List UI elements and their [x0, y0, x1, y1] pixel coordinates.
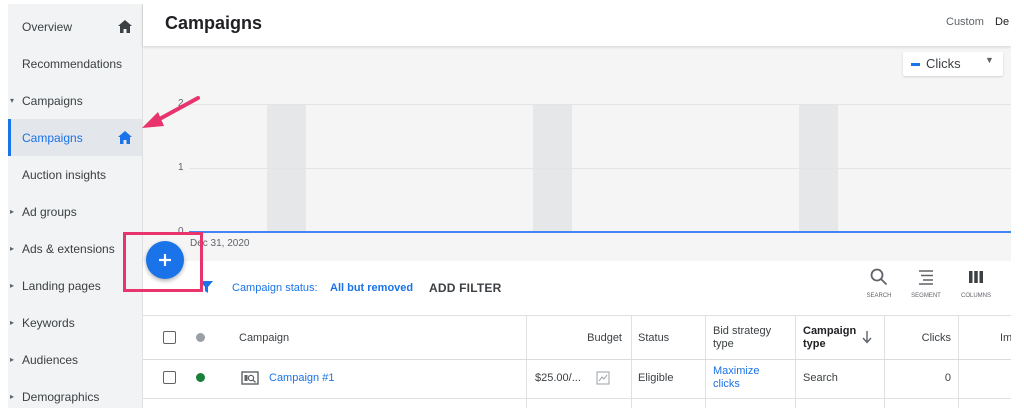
tool-label: SEARCH [866, 293, 892, 299]
gridline [189, 168, 1011, 169]
budget-value[interactable]: $25.00/... [535, 358, 581, 398]
sidebar-item-label: Overview [22, 19, 73, 34]
add-filter-button[interactable]: ADD FILTER [429, 281, 501, 295]
campaign-type-value: Search [803, 372, 838, 384]
sidebar-item-demographics[interactable]: ▸ Demographics [8, 378, 142, 408]
sidebar-item-label: Campaigns [22, 130, 83, 145]
page-header: Campaigns Custom De [143, 4, 1011, 46]
campaigns-table: Campaign Budget Status Bid strategy type… [143, 315, 1011, 408]
search-tool-button[interactable]: SEARCH [859, 268, 899, 299]
select-all-checkbox[interactable] [163, 331, 176, 344]
chevron-right-icon: ▸ [10, 207, 15, 216]
main-content: Campaigns Custom De 2 1 0 Dec 31, 2020 C… [143, 4, 1011, 408]
chevron-right-icon: ▸ [10, 318, 15, 327]
sidebar-item-label: Landing pages [22, 278, 101, 293]
column-header-campaign-type[interactable]: Campaign type [803, 316, 859, 359]
sidebar-item-recommendations[interactable]: Recommendations [8, 45, 142, 82]
sidebar-item-label: Recommendations [22, 56, 123, 71]
table-header-row: Campaign Budget Status Bid strategy type… [143, 315, 1011, 360]
google-ads-window: Overview Recommendations ▾ Campaigns Cam… [8, 4, 1011, 408]
bid-strategy-link[interactable]: Maximize clicks [713, 358, 783, 398]
series-swatch [911, 63, 920, 66]
search-icon [870, 268, 888, 286]
pointer-arrow-annotation [142, 96, 200, 128]
column-header-impressions[interactable]: Im [1000, 316, 1011, 359]
sidebar-item-auction-insights[interactable]: Auction insights [8, 156, 142, 193]
sidebar-item-campaigns[interactable]: Campaigns [8, 119, 142, 156]
status-enabled-dot[interactable] [196, 373, 205, 382]
status-value: Eligible [638, 372, 674, 384]
home-icon [118, 131, 132, 144]
arrow-down-icon[interactable] [862, 331, 872, 344]
gridline [189, 104, 1011, 105]
chevron-right-icon: ▸ [10, 281, 15, 290]
chevron-right-icon: ▸ [10, 244, 15, 253]
columns-icon [969, 271, 983, 283]
metric-dropdown[interactable]: Clicks ▼ [903, 52, 1003, 76]
page-title: Campaigns [165, 13, 263, 33]
y-tick-label: 1 [178, 162, 184, 173]
sidebar-item-label: Auction insights [22, 167, 107, 182]
sidebar-nav: Overview Recommendations ▾ Campaigns Cam… [8, 4, 143, 408]
clicks-value: 0 [944, 372, 951, 384]
campaign-name-link[interactable]: Campaign #1 [269, 358, 334, 398]
chevron-right-icon: ▸ [10, 392, 15, 401]
columns-tool-button[interactable]: COLUMNS [956, 268, 996, 299]
sidebar-item-overview[interactable]: Overview [8, 8, 142, 45]
segment-icon [919, 270, 933, 285]
sidebar-item-landing-pages[interactable]: ▸ Landing pages [8, 267, 142, 304]
sidebar-item-audiences[interactable]: ▸ Audiences [8, 341, 142, 378]
column-header-campaign[interactable]: Campaign [239, 316, 289, 359]
date-range-label[interactable]: Custom [946, 16, 984, 28]
table-row[interactable]: Campaign #1 $25.00/... Eligible Maximize… [143, 358, 1011, 399]
table-toolbar: Campaign status: All but removed ADD FIL… [143, 261, 1011, 315]
sidebar-item-label: Campaigns [22, 93, 83, 108]
home-icon [118, 20, 132, 33]
filter-chip-value[interactable]: All but removed [330, 282, 413, 294]
chevron-down-icon: ▾ [10, 96, 15, 105]
column-header-bid-strategy[interactable]: Bid strategy type [713, 316, 791, 359]
sidebar-item-label: Audiences [22, 352, 79, 367]
performance-chart: 2 1 0 Dec 31, 2020 Clicks ▼ [143, 46, 1011, 261]
sidebar-item-label: Ad groups [22, 204, 77, 219]
sidebar-item-keywords[interactable]: ▸ Keywords [8, 304, 142, 341]
highlight-annotation [123, 232, 203, 292]
search-campaign-icon [241, 371, 259, 385]
column-header-clicks[interactable]: Clicks [913, 316, 951, 359]
filter-chip-label[interactable]: Campaign status: [232, 282, 318, 294]
segment-tool-button[interactable]: SEGMENT [906, 268, 946, 299]
date-range-value[interactable]: De [995, 16, 1009, 28]
sidebar-item-ads-extensions[interactable]: ▸ Ads & extensions [8, 230, 142, 267]
clicks-series-line [189, 231, 1011, 233]
tool-label: SEGMENT [911, 293, 941, 299]
budget-chart-icon[interactable] [596, 371, 610, 385]
chevron-right-icon: ▸ [10, 355, 15, 364]
sidebar-item-label: Demographics [22, 389, 100, 404]
dropdown-arrow-icon: ▼ [985, 55, 994, 65]
column-header-status[interactable]: Status [638, 316, 669, 359]
sidebar-item-ad-groups[interactable]: ▸ Ad groups [8, 193, 142, 230]
status-dot-header [196, 333, 205, 342]
tool-label: COLUMNS [960, 293, 991, 299]
sidebar-item-label: Keywords [22, 315, 75, 330]
column-header-budget[interactable]: Budget [550, 316, 622, 359]
sidebar-item-label: Ads & extensions [22, 241, 115, 256]
metric-dropdown-label: Clicks [926, 56, 961, 71]
sidebar-group-campaigns[interactable]: ▾ Campaigns [8, 82, 142, 119]
row-checkbox[interactable] [163, 371, 176, 384]
